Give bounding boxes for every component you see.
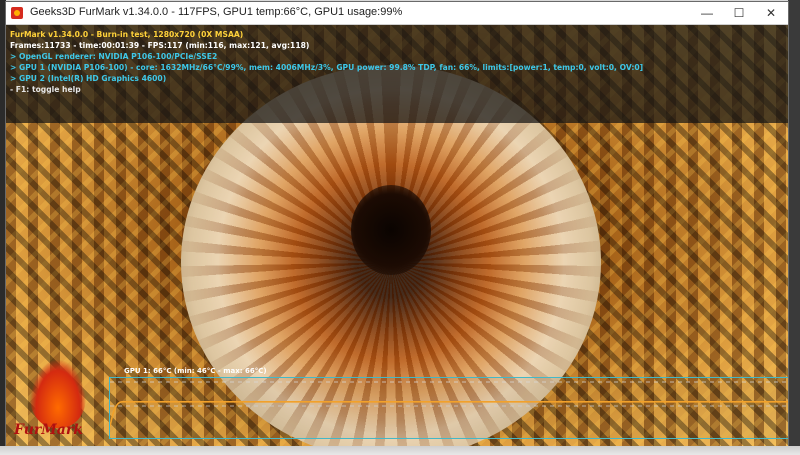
hud-gpu1-line: > GPU 1 (NVIDIA P106-100) - core: 1632MH…: [10, 63, 644, 72]
hud-help-line: - F1: toggle help: [10, 85, 81, 94]
window-title: Geeks3D FurMark v1.34.0.0 - 117FPS, GPU1…: [30, 6, 403, 18]
logo-text: FurMark: [14, 422, 83, 438]
close-button[interactable]: ✕: [756, 2, 786, 24]
hud-renderer-line: > OpenGL renderer: NVIDIA P106-100/PCIe/…: [10, 52, 218, 61]
hud-text: FurMark v1.34.0.0 - Burn-in test, 1280x7…: [10, 29, 643, 95]
furmark-window: Geeks3D FurMark v1.34.0.0 - 117FPS, GPU1…: [6, 2, 788, 455]
flame-icon: [30, 360, 86, 428]
minimize-button[interactable]: —: [692, 2, 722, 24]
furmark-logo: FurMark: [8, 360, 108, 450]
hud-frames-line: Frames:11733 - time:00:01:39 - FPS:117 (…: [10, 41, 310, 50]
fur-donut-center: [351, 185, 431, 275]
hud-title-line: FurMark v1.34.0.0 - Burn-in test, 1280x7…: [10, 30, 244, 39]
hud-gpu2-line: > GPU 2 (Intel(R) HD Graphics 4600): [10, 74, 167, 83]
temperature-graph-svg: [110, 381, 788, 427]
render-viewport[interactable]: FurMark v1.34.0.0 - Burn-in test, 1280x7…: [6, 25, 788, 455]
temperature-graph-label: GPU 1: 66°C (min: 46°C - max: 66°C): [124, 367, 267, 375]
maximize-button[interactable]: ☐: [724, 2, 754, 24]
taskbar: [0, 446, 800, 455]
temperature-graph: [109, 377, 788, 439]
title-bar[interactable]: Geeks3D FurMark v1.34.0.0 - 117FPS, GPU1…: [6, 2, 788, 25]
desktop-edge-right: [788, 0, 800, 455]
furmark-app-icon[interactable]: [11, 7, 23, 19]
temperature-series-line: [110, 401, 788, 427]
